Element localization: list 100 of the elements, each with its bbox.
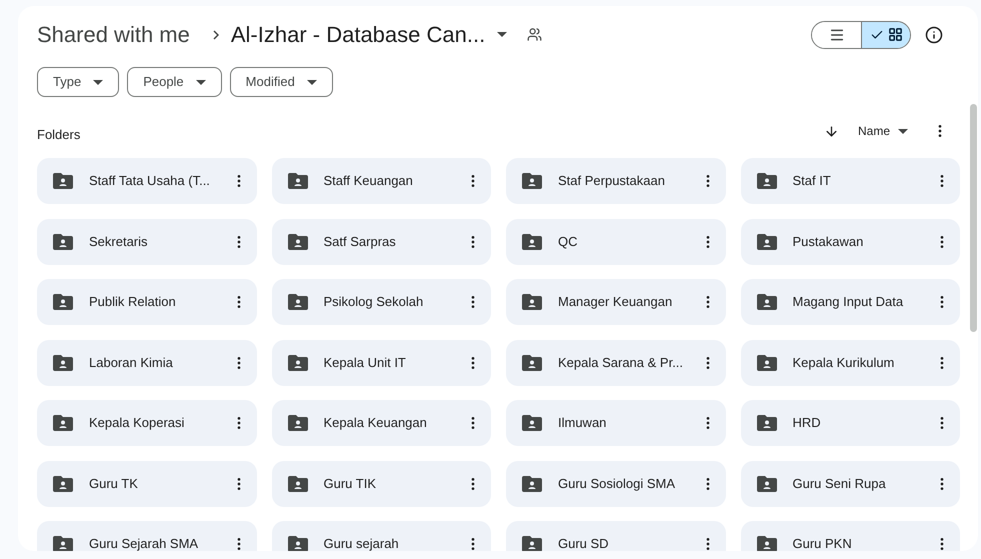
folder-name: Pustakawan (792, 232, 864, 251)
folder-card[interactable]: Satf Sarpras (272, 218, 491, 264)
breadcrumb-link[interactable]: Shared with me (37, 18, 190, 51)
shared-folder-icon (756, 476, 776, 492)
folder-card[interactable]: HRD (740, 400, 960, 446)
folder-name: Kepala Koperasi (89, 414, 184, 432)
shared-folder-icon (288, 476, 308, 492)
folder-name: Guru TIK (324, 474, 376, 493)
shared-folder-icon (288, 294, 308, 310)
folder-card[interactable]: Kepala Unit IT (272, 340, 491, 386)
folder-name: Kepala Sarana & Pr... (558, 354, 684, 372)
folder-card[interactable]: Magang Input Data (740, 279, 960, 325)
folder-card[interactable]: Guru Sosiologi SMA (506, 460, 726, 506)
folder-card[interactable]: Pustakawan (740, 218, 960, 264)
folder-card[interactable]: Sekretaris (37, 218, 256, 264)
folder-card[interactable]: Kepala Kurikulum (740, 340, 960, 386)
list-view-icon (828, 26, 844, 42)
folder-card[interactable]: Manager Keuangan (506, 279, 726, 325)
folder-name: Guru Seni Rupa (792, 474, 886, 493)
filter-chip[interactable]: People (127, 67, 222, 97)
dropdown-caret-icon (196, 80, 206, 84)
folder-title[interactable]: Al-Izhar - Database Can... (230, 18, 486, 51)
folder-card[interactable]: Guru sejarah (272, 521, 491, 551)
dropdown-caret-icon (93, 80, 104, 84)
folder-name: Sekretaris (89, 232, 148, 251)
shared-folder-icon (53, 476, 73, 492)
folder-name: Guru Sejarah SMA (89, 535, 198, 551)
shared-folder-icon (756, 234, 776, 250)
shared-folder-icon (288, 173, 308, 189)
shared-folder-icon (522, 173, 542, 189)
folder-card[interactable]: QC (506, 218, 726, 264)
shared-folder-icon (53, 415, 73, 431)
filter-chip[interactable]: Type (37, 67, 120, 97)
folder-name: Guru Sosiologi SMA (558, 474, 676, 493)
shared-folder-icon (53, 294, 73, 310)
shared-folder-icon (288, 234, 308, 250)
folder-name: Staff Keuangan (324, 172, 413, 190)
folder-name: Kepala Unit IT (324, 354, 406, 372)
sort-direction-icon[interactable] (824, 124, 839, 138)
shared-folder-icon (756, 536, 776, 551)
folder-name: Staff Tata Usaha (T... (89, 172, 210, 190)
shared-folder-icon (756, 415, 776, 431)
folder-card[interactable]: Guru PKN (740, 521, 960, 551)
folder-card[interactable]: Guru Sejarah SMA (37, 521, 256, 551)
shared-folder-icon (288, 415, 308, 431)
folder-name: Ilmuwan (558, 414, 606, 432)
sort-button[interactable]: Name (858, 122, 908, 140)
people-icon (527, 27, 542, 42)
shared-folder-icon (288, 354, 308, 370)
folder-card[interactable]: Guru TIK (272, 460, 491, 506)
folder-card[interactable]: Staff Keuangan (272, 158, 491, 204)
shared-folder-icon (756, 173, 776, 189)
shared-folder-icon (288, 536, 308, 551)
folder-card[interactable]: Kepala Koperasi (37, 400, 256, 446)
folder-name: QC (558, 232, 578, 251)
grid-view-icon (888, 27, 902, 42)
shared-folder-icon (53, 234, 73, 250)
folder-name: HRD (792, 414, 821, 432)
view-toggle-option[interactable] (861, 22, 910, 48)
folder-name: Laboran Kimia (89, 354, 173, 372)
folder-card[interactable]: Psikolog Sekolah (272, 279, 491, 325)
shared-folder-icon (522, 354, 542, 370)
shared-folder-icon (53, 536, 73, 551)
folder-name: Guru TK (89, 474, 138, 493)
folder-name: Kepala Kurikulum (792, 354, 894, 372)
shared-folder-icon (522, 415, 542, 431)
folder-card[interactable]: Staf IT (740, 158, 960, 204)
folder-card[interactable]: Publik Relation (37, 279, 256, 325)
folder-name: Satf Sarpras (324, 232, 396, 251)
chevron-right-icon (212, 30, 219, 40)
folder-card[interactable]: Ilmuwan (506, 400, 726, 446)
shared-folder-icon (756, 354, 776, 370)
shared-folder-icon (522, 294, 542, 310)
folder-name: Guru SD (558, 535, 609, 551)
folder-card[interactable]: Kepala Sarana & Pr... (506, 340, 726, 386)
folder-name: Psikolog Sekolah (324, 293, 424, 312)
shared-folder-icon (53, 173, 73, 189)
folder-name: Staf Perpustakaan (558, 172, 665, 190)
folder-name: Publik Relation (89, 293, 176, 312)
shared-folder-icon (522, 476, 542, 492)
shared-folder-icon (522, 234, 542, 250)
folder-card[interactable]: Staff Tata Usaha (T... (37, 158, 256, 204)
folder-card[interactable]: Kepala Keuangan (272, 400, 491, 446)
folder-name: Manager Keuangan (558, 293, 672, 312)
folder-card[interactable]: Guru SD (506, 521, 726, 551)
folder-name: Magang Input Data (792, 293, 904, 312)
dropdown-caret-icon (306, 80, 317, 84)
scrollbar-thumb[interactable] (970, 104, 977, 332)
folder-card[interactable]: Guru TK (37, 460, 256, 506)
folder-name: Guru sejarah (324, 535, 399, 551)
folder-name: Kepala Keuangan (324, 414, 427, 432)
folder-card[interactable]: Staf Perpustakaan (506, 158, 726, 204)
info-icon[interactable] (925, 26, 943, 44)
folder-name: Staf IT (792, 172, 831, 190)
dropdown-caret-icon (898, 128, 908, 134)
filter-chip[interactable]: Modified (230, 67, 333, 97)
dropdown-caret-icon (497, 32, 508, 37)
folder-card[interactable]: Laboran Kimia (37, 340, 256, 386)
folder-card[interactable]: Guru Seni Rupa (740, 460, 960, 506)
shared-folder-icon (756, 294, 776, 310)
